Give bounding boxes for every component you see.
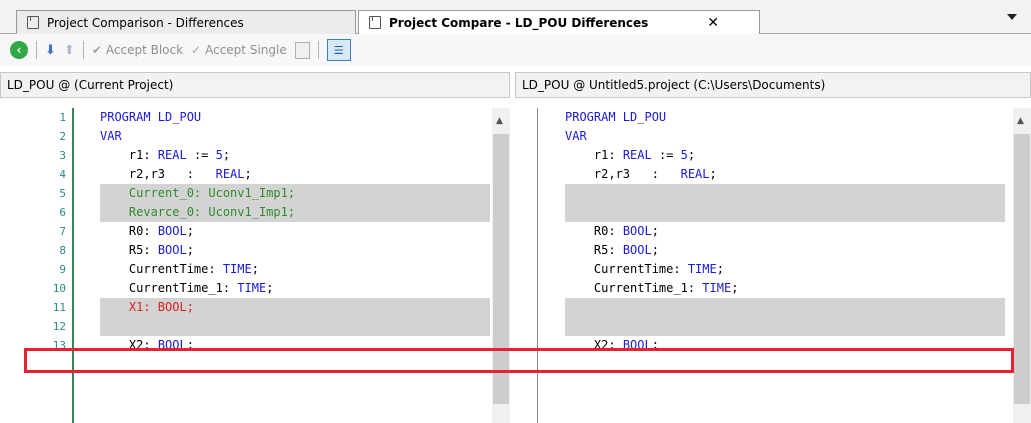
- right-code-pane[interactable]: PROGRAM LD_POU VAR r1: REAL := 5; r2,r3 …: [515, 108, 1031, 423]
- line-number: 5: [59, 187, 66, 200]
- code-line: X2: BOOL;: [593, 338, 659, 352]
- scroll-up-icon[interactable]: ▲: [1017, 116, 1024, 126]
- close-icon[interactable]: ✕: [707, 15, 719, 31]
- line-number: 9: [59, 263, 66, 276]
- gutter-divider: [72, 108, 74, 423]
- right-scrollbar[interactable]: ▲: [1013, 108, 1031, 423]
- tab-ld-pou-differences[interactable]: Project Compare - LD_POU Differences ✕: [358, 10, 760, 34]
- toolbar-separator: [36, 41, 37, 59]
- tab-label: Project Comparison - Differences: [47, 15, 244, 30]
- code-line: R0: BOOL;: [593, 224, 659, 238]
- line-number: 3: [59, 149, 66, 162]
- code-line: PROGRAM LD_POU: [100, 110, 202, 124]
- left-code-pane[interactable]: 1 2 3 4 5 6 7 8 9 10 11 12 13 PROGRAM LD…: [0, 108, 510, 423]
- right-pane-header: LD_POU @ Untitled5.project (C:\Users\Doc…: [515, 72, 1031, 98]
- scroll-thumb[interactable]: [493, 134, 509, 404]
- pane-divider: [537, 108, 538, 423]
- line-number-gutter: 1 2 3 4 5 6 7 8 9 10 11 12 13: [0, 108, 72, 423]
- accept-document-icon[interactable]: [294, 41, 310, 59]
- code-line: r2,r3 : REAL;: [128, 167, 252, 181]
- tab-label: Project Compare - LD_POU Differences: [389, 15, 649, 30]
- right-pane-title: LD_POU @ Untitled5.project (C:\Users\Doc…: [522, 78, 826, 92]
- accept-block-icon: ✔: [91, 43, 102, 57]
- code-line-empty: [565, 298, 1005, 317]
- line-number: 6: [59, 206, 66, 219]
- code-line-empty: [565, 203, 1005, 222]
- code-line: CurrentTime_1: TIME;: [128, 281, 274, 295]
- code-line: CurrentTime: TIME;: [128, 262, 259, 276]
- line-number: 1: [59, 111, 66, 124]
- line-number: 12: [52, 320, 66, 333]
- scroll-up-icon[interactable]: ▲: [496, 116, 503, 126]
- accept-single-button[interactable]: ✓ Accept Single: [191, 43, 287, 57]
- tab-list-dropdown-icon[interactable]: [1007, 14, 1017, 20]
- line-number: 7: [59, 225, 66, 238]
- tab-project-comparison[interactable]: Project Comparison - Differences: [16, 10, 356, 34]
- accept-block-button[interactable]: ✔ Accept Block: [92, 43, 183, 57]
- document-icon: [27, 16, 39, 29]
- code-line: CurrentTime_1: TIME;: [593, 281, 739, 295]
- code-line: R0: BOOL;: [128, 224, 194, 238]
- toolbar-separator: [317, 41, 319, 59]
- line-number: 10: [52, 282, 66, 295]
- toolbar: ‹ ⬇ ⬆ ✔ Accept Block ✓ Accept Single ☰: [0, 34, 1031, 66]
- toggle-differences-only-icon[interactable]: ☰: [326, 39, 351, 61]
- code-line-empty: [565, 184, 1005, 203]
- toolbar-separator: [82, 41, 84, 59]
- check-icon: ✓: [191, 43, 202, 57]
- code-line: r2,r3 : REAL;: [593, 167, 717, 181]
- code-line-changed[interactable]: X1: BOOL;: [100, 298, 490, 317]
- accept-block-label: Accept Block: [105, 43, 184, 57]
- line-number: 4: [59, 168, 66, 181]
- code-line: X2: BOOL;: [128, 338, 194, 352]
- code-line: r1: REAL := 5;: [593, 148, 696, 162]
- scroll-thumb[interactable]: [1014, 134, 1030, 404]
- line-number: 11: [52, 301, 66, 314]
- code-line-empty: [100, 317, 490, 336]
- code-line: r1: REAL := 5;: [128, 148, 231, 162]
- code-line-empty: [565, 317, 1005, 336]
- code-line: VAR: [565, 129, 587, 143]
- left-pane-title: LD_POU @ (Current Project): [7, 78, 174, 92]
- line-number: 8: [59, 244, 66, 257]
- code-line-added[interactable]: Revarce_0: Uconv1_Imp1;: [100, 203, 490, 222]
- code-line-added[interactable]: Current_0: Uconv1_Imp1;: [100, 184, 490, 203]
- document-icon: [369, 16, 381, 29]
- previous-difference-icon[interactable]: ⬆: [64, 43, 75, 58]
- next-difference-icon[interactable]: ⬇: [45, 43, 56, 58]
- code-line: R5: BOOL;: [128, 243, 194, 257]
- left-pane-header: LD_POU @ (Current Project): [0, 72, 510, 98]
- line-number: 2: [59, 130, 66, 143]
- back-icon[interactable]: ‹: [10, 41, 28, 59]
- accept-single-label: Accept Single: [205, 43, 287, 57]
- code-line: CurrentTime: TIME;: [593, 262, 724, 276]
- code-line: R5: BOOL;: [593, 243, 659, 257]
- code-line: VAR: [100, 129, 122, 143]
- tab-strip: Project Comparison - Differences Project…: [0, 0, 1031, 34]
- code-line: PROGRAM LD_POU: [565, 110, 667, 124]
- left-scrollbar[interactable]: ▲: [492, 108, 510, 423]
- line-number: 13: [52, 339, 66, 352]
